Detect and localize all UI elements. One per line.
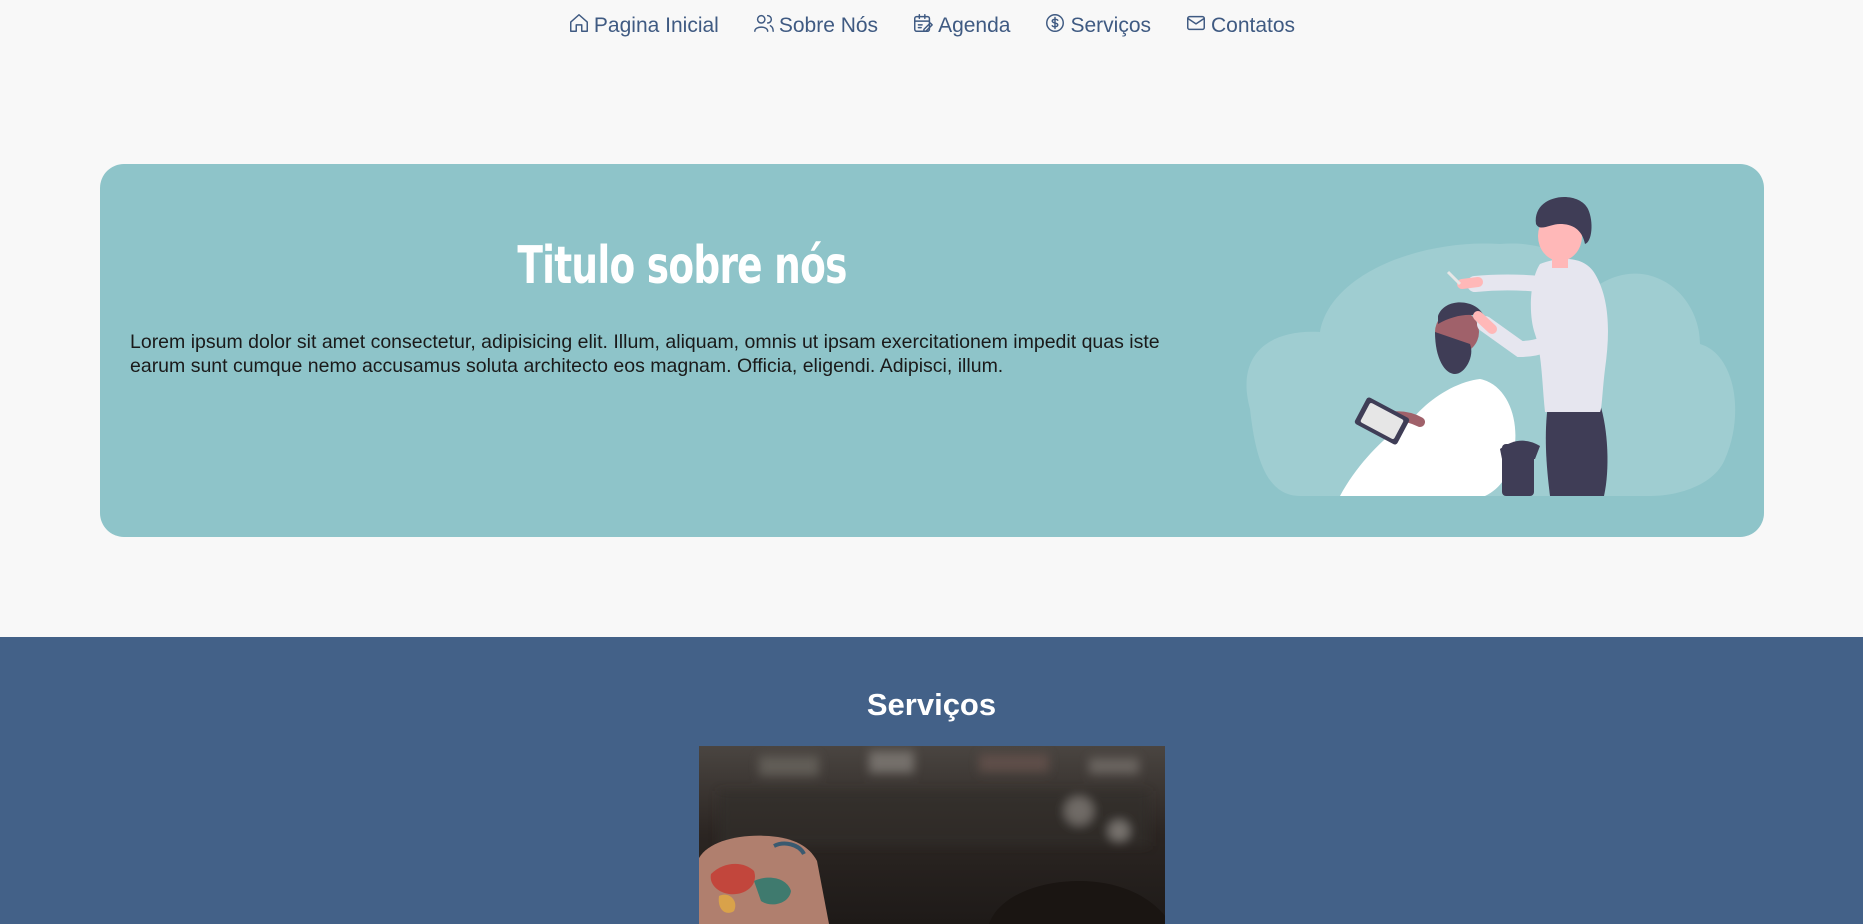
nav-item-label: Agenda — [938, 14, 1011, 37]
nav-item-label: Pagina Inicial — [593, 14, 719, 37]
service-photo — [699, 746, 1165, 924]
mail-icon — [1187, 15, 1205, 31]
nav-item-label: Serviços — [1070, 14, 1151, 37]
nav-item-sobre-nos[interactable]: Sobre Nós — [753, 14, 878, 38]
home-icon — [569, 14, 588, 32]
services-title: Serviços — [866, 687, 997, 722]
nav-item-contatos[interactable]: Contatos — [1185, 14, 1295, 38]
about-text: Lorem ipsum dolor sit amet consectetur, … — [130, 331, 1160, 377]
about-card: Titulo sobre nós Lorem ipsum dolor sit a… — [100, 164, 1764, 537]
users-icon — [753, 14, 774, 32]
main-nav: Pagina Inicial Sobre Nós Agenda Serviços… — [0, 14, 1863, 38]
about-title: Titulo sobre nós — [517, 236, 847, 296]
barber-illustration — [1246, 197, 1736, 496]
barber-photo-image — [699, 746, 1165, 924]
nav-item-label: Sobre Nós — [778, 14, 879, 37]
calendar-edit-icon — [914, 14, 933, 32]
nav-item-pagina-inicial[interactable]: Pagina Inicial — [568, 14, 719, 38]
dollar-circle-icon — [1046, 14, 1065, 32]
nav-item-servicos[interactable]: Serviços — [1044, 14, 1151, 38]
nav-item-agenda[interactable]: Agenda — [912, 14, 1010, 38]
services-section: Serviços — [0, 637, 1863, 924]
nav-item-label: Contatos — [1211, 14, 1296, 37]
